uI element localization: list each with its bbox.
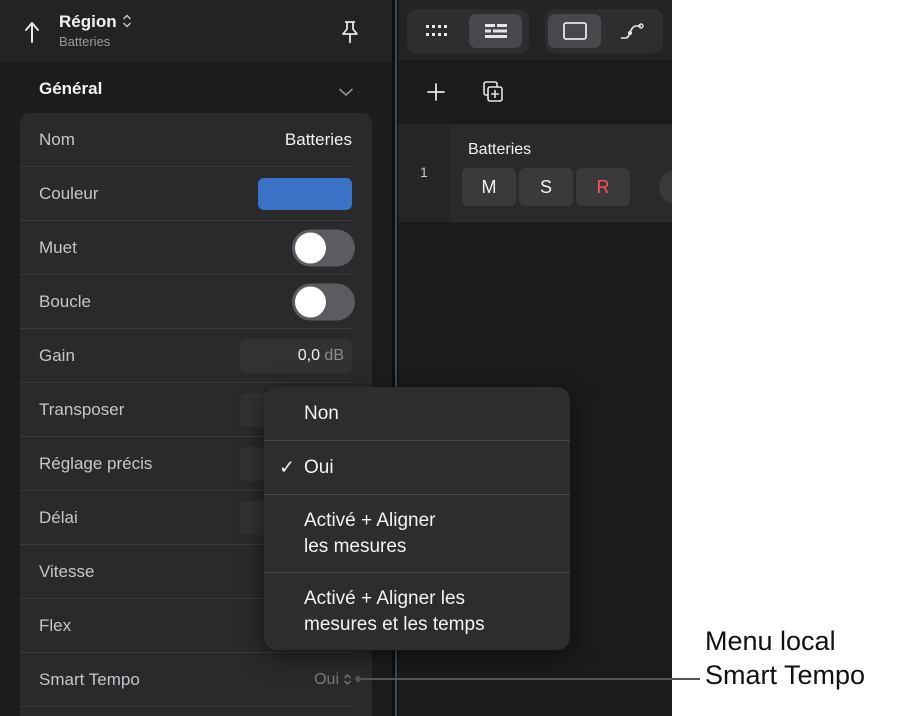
- label-delai: Délai: [39, 507, 78, 527]
- menu-item-non[interactable]: Non: [264, 387, 570, 441]
- checkmark-icon: ✓: [279, 457, 295, 478]
- inspector-title[interactable]: Région: [59, 12, 117, 32]
- chevron-updown-icon: [344, 673, 351, 685]
- row-couleur: Couleur: [20, 167, 352, 221]
- add-track-icon[interactable]: [426, 82, 446, 102]
- row-smart-tempo: Smart Tempo Oui: [20, 653, 352, 707]
- region-view-button[interactable]: [548, 14, 601, 48]
- tracks-toolbar: [398, 0, 672, 60]
- tracks-view-button[interactable]: [469, 14, 522, 48]
- row-boucle: Boucle: [20, 275, 355, 329]
- smart-tempo-value: Oui: [314, 670, 339, 688]
- track-name[interactable]: Batteries: [468, 141, 531, 159]
- track-number-cell: 1: [398, 124, 450, 222]
- toggle-knob: [295, 286, 326, 317]
- menu-item-oui[interactable]: ✓ Oui: [264, 441, 570, 495]
- inspector-header: Région Batteries: [0, 0, 392, 62]
- section-title-general[interactable]: Général: [39, 79, 102, 99]
- chevron-updown-icon[interactable]: [122, 14, 132, 28]
- callout-label: Menu local Smart Tempo: [705, 626, 866, 690]
- tracks-icon: [484, 24, 507, 38]
- label-reglage-precis: Réglage précis: [39, 453, 153, 473]
- logic-app-window: Région Batteries Général Nom Batteries C…: [0, 0, 672, 716]
- label-couleur: Couleur: [39, 183, 99, 203]
- value-nom[interactable]: Batteries: [285, 130, 352, 150]
- automation-button[interactable]: [606, 14, 659, 48]
- label-boucle: Boucle: [39, 291, 91, 311]
- label-vitesse: Vitesse: [39, 561, 95, 581]
- row-nom: Nom Batteries: [20, 113, 352, 167]
- menu-item-active-aligner-mesures-temps[interactable]: Activé + Aligner les mesures et les temp…: [264, 573, 570, 650]
- duplicate-track-icon[interactable]: [482, 80, 504, 104]
- volume-knob[interactable]: [659, 170, 672, 204]
- callout-line: [357, 678, 700, 680]
- label-transposer: Transposer: [39, 399, 125, 419]
- label-muet: Muet: [39, 237, 77, 257]
- mute-button[interactable]: M: [462, 168, 516, 206]
- back-arrow-icon[interactable]: [22, 18, 42, 44]
- loop-toggle[interactable]: [292, 283, 355, 320]
- mute-toggle[interactable]: [292, 229, 355, 266]
- solo-button[interactable]: S: [519, 168, 573, 206]
- automation-curve-icon: [620, 23, 644, 39]
- label-gain: Gain: [39, 345, 75, 365]
- menu-item-label: Activé + Aligner les mesures: [304, 509, 436, 557]
- smart-tempo-popup-menu: Non ✓ Oui Activé + Aligner les mesures A…: [264, 387, 570, 650]
- track-header[interactable]: 1 Batteries M S R: [398, 124, 672, 222]
- track-number: 1: [420, 164, 428, 180]
- label-smart-tempo: Smart Tempo: [39, 669, 140, 689]
- label-flex: Flex: [39, 615, 72, 635]
- gain-unit: dB: [324, 346, 344, 364]
- pin-icon[interactable]: [339, 20, 361, 44]
- record-enable-button[interactable]: R: [576, 168, 630, 206]
- toggle-knob: [295, 232, 326, 263]
- smart-tempo-popup-button[interactable]: Oui: [314, 671, 352, 689]
- chevron-down-icon[interactable]: [338, 84, 354, 97]
- row-muet: Muet: [20, 221, 355, 275]
- label-nom: Nom: [39, 129, 75, 149]
- inspector-subtitle: Batteries: [59, 34, 111, 49]
- gain-field[interactable]: 0,0 dB: [240, 338, 352, 373]
- menu-item-active-aligner-mesures[interactable]: Activé + Aligner les mesures: [264, 495, 570, 573]
- menu-item-label: Non: [304, 402, 339, 424]
- color-swatch[interactable]: [258, 177, 352, 210]
- row-gain: Gain 0,0 dB: [20, 329, 352, 383]
- grid-view-button[interactable]: [409, 14, 462, 48]
- gain-value: 0,0: [297, 346, 320, 364]
- rectangle-icon: [562, 22, 587, 40]
- grid-icon: [425, 25, 447, 36]
- menu-item-label: Activé + Aligner les mesures et les temp…: [304, 587, 485, 635]
- menu-item-label: Oui: [304, 456, 334, 478]
